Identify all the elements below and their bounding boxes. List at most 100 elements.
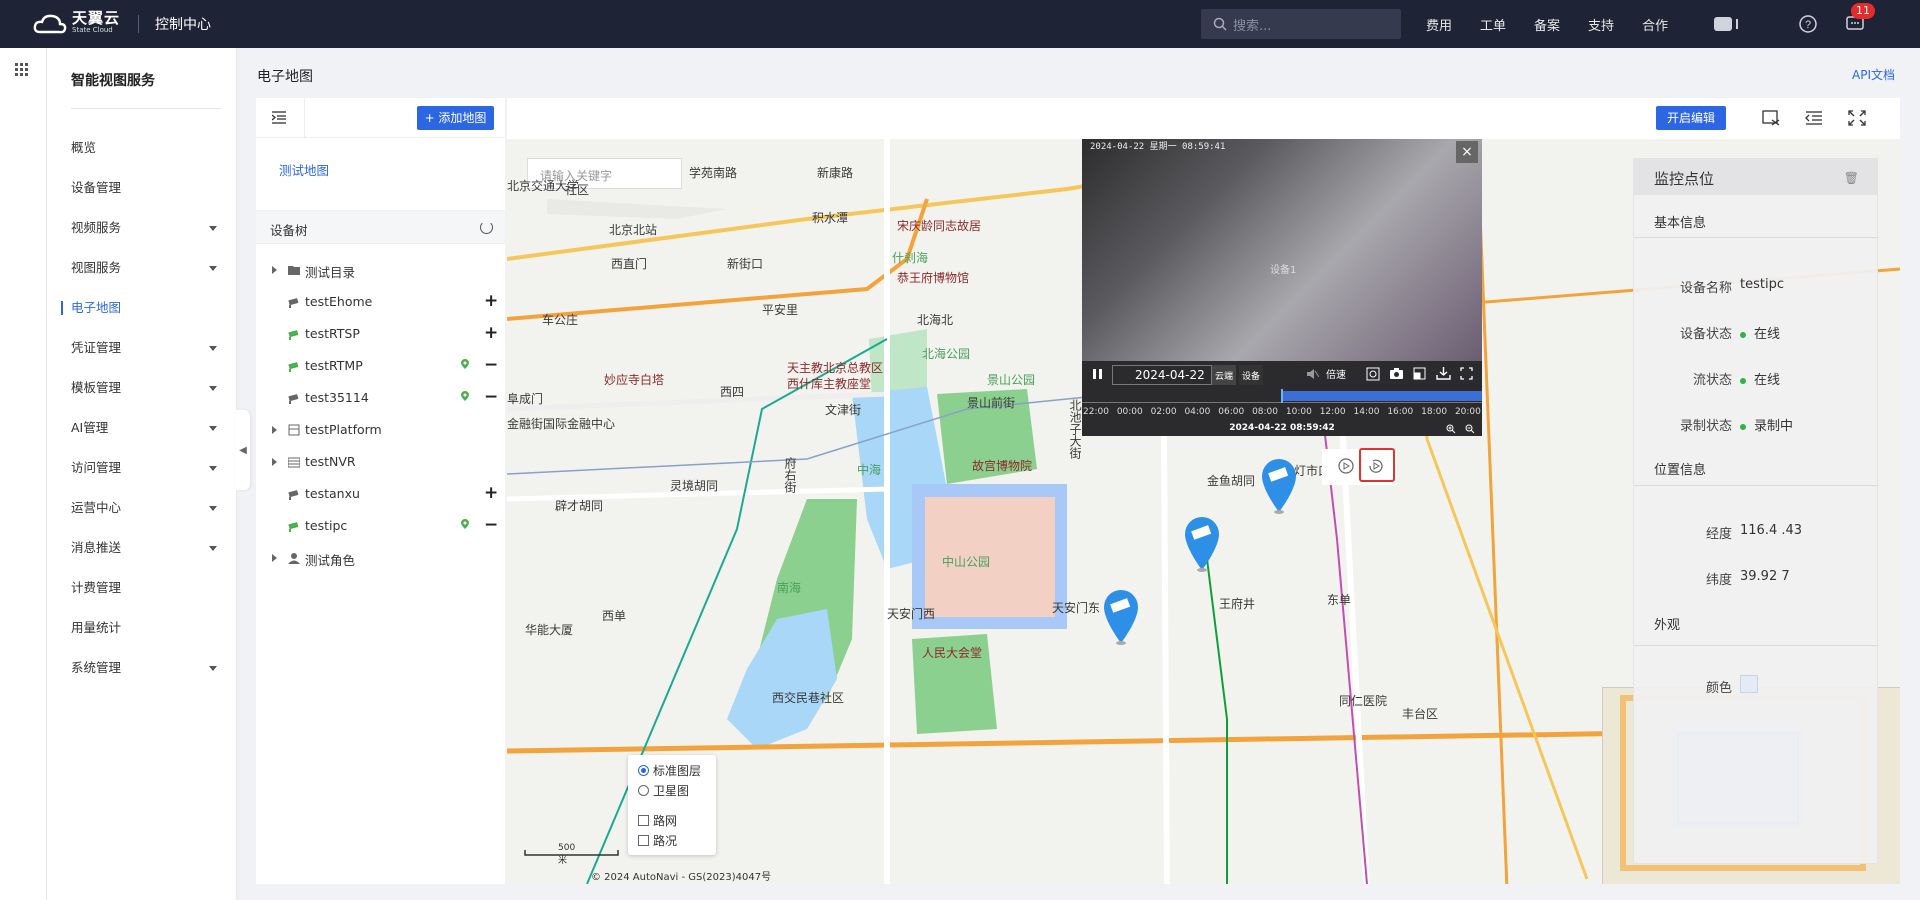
sidebar-item[interactable]: 电子地图 — [47, 288, 237, 328]
sidebar-item[interactable]: 系统管理 — [47, 648, 237, 688]
add-to-map-button[interactable]: + — [484, 483, 498, 503]
map-label[interactable]: 天安门东 — [1052, 599, 1100, 616]
fullscreen-icon[interactable] — [1848, 110, 1866, 126]
map-label[interactable]: 景山公园 — [987, 371, 1035, 388]
add-map-button[interactable]: + 添加地图 — [417, 106, 494, 130]
expand-arrow-icon[interactable] — [272, 426, 277, 434]
close-video-button[interactable]: × — [1456, 141, 1478, 163]
console-link[interactable]: 控制中心 — [155, 14, 211, 34]
map-label[interactable]: 北海北 — [917, 311, 953, 328]
snapshot-icon[interactable] — [1389, 367, 1404, 380]
pause-icon[interactable] — [1092, 368, 1104, 380]
tree-node[interactable]: testEhome + — [256, 286, 505, 318]
sidebar-item[interactable]: 模板管理 — [47, 368, 237, 408]
sidebar-item[interactable]: 消息推送 — [47, 528, 237, 568]
tree-node[interactable]: testNVR — [256, 446, 505, 478]
sidebar-item[interactable]: 计费管理 — [47, 568, 237, 608]
map-label[interactable]: 妙应寺白塔 — [604, 371, 664, 388]
trash-icon[interactable]: 🗑 — [1844, 171, 1859, 185]
map-label[interactable]: 灵境胡同 — [670, 477, 718, 494]
map-label[interactable]: 西什库主教座堂 — [787, 375, 871, 392]
user-avatar-icon[interactable] — [1712, 14, 1742, 34]
layer-satellite[interactable]: 卫星图 — [638, 782, 689, 799]
map-label[interactable]: 同仁医院 — [1339, 692, 1387, 709]
add-to-map-button[interactable]: + — [484, 291, 498, 311]
apps-grid-icon[interactable] — [15, 63, 29, 77]
tree-node[interactable]: 测试角色 — [256, 542, 505, 574]
map-label[interactable]: 丰台区 — [1402, 705, 1438, 722]
map-label[interactable]: 金融街国际金融中心 — [507, 415, 615, 432]
nav-fees[interactable]: 费用 — [1426, 15, 1452, 34]
tree-node[interactable]: testRTSP + — [256, 318, 505, 350]
remove-from-map-button[interactable]: − — [484, 515, 498, 535]
enable-edit-button[interactable]: 开启编辑 — [1656, 106, 1726, 130]
tree-node[interactable]: testanxu + — [256, 478, 505, 510]
expand-arrow-icon[interactable] — [272, 458, 277, 466]
zoom-out-icon[interactable] — [1465, 424, 1475, 434]
sidebar-item[interactable]: 视图服务 — [47, 248, 237, 288]
map-label[interactable]: 人民大会堂 — [922, 644, 982, 661]
source-device-button[interactable]: 设备 — [1239, 365, 1264, 385]
map-label[interactable]: 故宫博物院 — [972, 457, 1032, 474]
clear-screen-icon[interactable] — [1762, 110, 1780, 126]
playback-speed-button[interactable]: 倍速 — [1326, 366, 1346, 381]
map-list-item[interactable]: 测试地图 — [279, 160, 329, 179]
location-pin-icon[interactable] — [461, 391, 469, 402]
source-cloud-button[interactable]: 云端 — [1212, 365, 1237, 385]
map-label[interactable]: 社区 — [565, 181, 589, 198]
map-label[interactable]: 积水潭 — [812, 209, 848, 226]
picture-in-picture-icon[interactable] — [1413, 367, 1426, 380]
sidebar-item[interactable]: 设备管理 — [47, 168, 237, 208]
map-label[interactable]: 天主教北京总教区 — [787, 359, 883, 376]
map-label[interactable]: 金鱼胡同 — [1207, 472, 1255, 489]
remove-from-map-button[interactable]: − — [484, 355, 498, 375]
video-timeline[interactable] — [1082, 389, 1482, 403]
help-icon[interactable]: ? — [1798, 14, 1818, 34]
camera-marker-icon[interactable] — [1260, 456, 1298, 514]
map-label[interactable]: 辟才胡同 — [555, 497, 603, 514]
video-player[interactable]: 2024-04-22 星期一 08:59:41 设备1 × 2024-04-22… — [1082, 139, 1482, 436]
map-label[interactable]: 恭王府博物馆 — [897, 269, 969, 286]
nav-tickets[interactable]: 工单 — [1480, 15, 1506, 34]
map-label[interactable]: 北京北站 — [609, 221, 657, 238]
outdent-icon[interactable] — [1805, 110, 1823, 126]
sidebar-collapse-toggle[interactable]: ◀ — [236, 410, 250, 490]
tree-node[interactable]: test35114 − — [256, 382, 505, 414]
map-label[interactable]: 王府井 — [1219, 595, 1255, 612]
remove-from-map-button[interactable]: − — [484, 387, 498, 407]
sidebar-item[interactable]: 凭证管理 — [47, 328, 237, 368]
map-label[interactable]: 文津街 — [825, 401, 861, 418]
map-label[interactable]: 车公庄 — [542, 311, 578, 328]
tree-node[interactable]: testPlatform — [256, 414, 505, 446]
tree-node[interactable]: testipc − — [256, 510, 505, 542]
play-live-icon[interactable] — [1338, 458, 1354, 474]
color-swatch[interactable] — [1740, 675, 1758, 693]
sidebar-item[interactable]: 访问管理 — [47, 448, 237, 488]
logo[interactable]: 天翼云 State Cloud — [32, 11, 120, 36]
map-label[interactable]: 南海 — [777, 579, 801, 596]
map-label[interactable]: 天安门西 — [887, 605, 935, 622]
expand-arrow-icon[interactable] — [272, 554, 277, 562]
nav-filing[interactable]: 备案 — [1534, 15, 1560, 34]
layer-traffic[interactable]: 路况 — [638, 832, 677, 849]
map-label[interactable]: 西交民巷社区 — [772, 689, 844, 706]
map-label[interactable]: 新康路 — [817, 164, 853, 181]
map-label[interactable]: 西单 — [602, 607, 626, 624]
map-label[interactable]: 宋庆龄同志故居 — [897, 217, 981, 234]
refresh-icon[interactable] — [480, 221, 493, 234]
map-label[interactable]: 新街口 — [727, 255, 763, 272]
map-label[interactable]: 北海公园 — [922, 345, 970, 362]
tree-node[interactable]: 测试目录 — [256, 254, 505, 286]
indent-toggle-icon[interactable] — [272, 110, 286, 124]
map-label[interactable]: 学苑南路 — [689, 164, 737, 181]
nav-partner[interactable]: 合作 — [1642, 15, 1668, 34]
camera-marker-icon[interactable] — [1102, 587, 1140, 645]
map-label[interactable]: 府右街 — [782, 457, 799, 493]
tree-node[interactable]: testRTMP − — [256, 350, 505, 382]
camera-marker-icon[interactable] — [1183, 514, 1221, 572]
nav-support[interactable]: 支持 — [1588, 15, 1614, 34]
map-label[interactable]: 什刹海 — [892, 249, 928, 266]
map-label[interactable]: 中海 — [857, 461, 881, 478]
map-label[interactable]: 西四 — [720, 383, 744, 400]
map-label[interactable]: 西直门 — [611, 255, 647, 272]
